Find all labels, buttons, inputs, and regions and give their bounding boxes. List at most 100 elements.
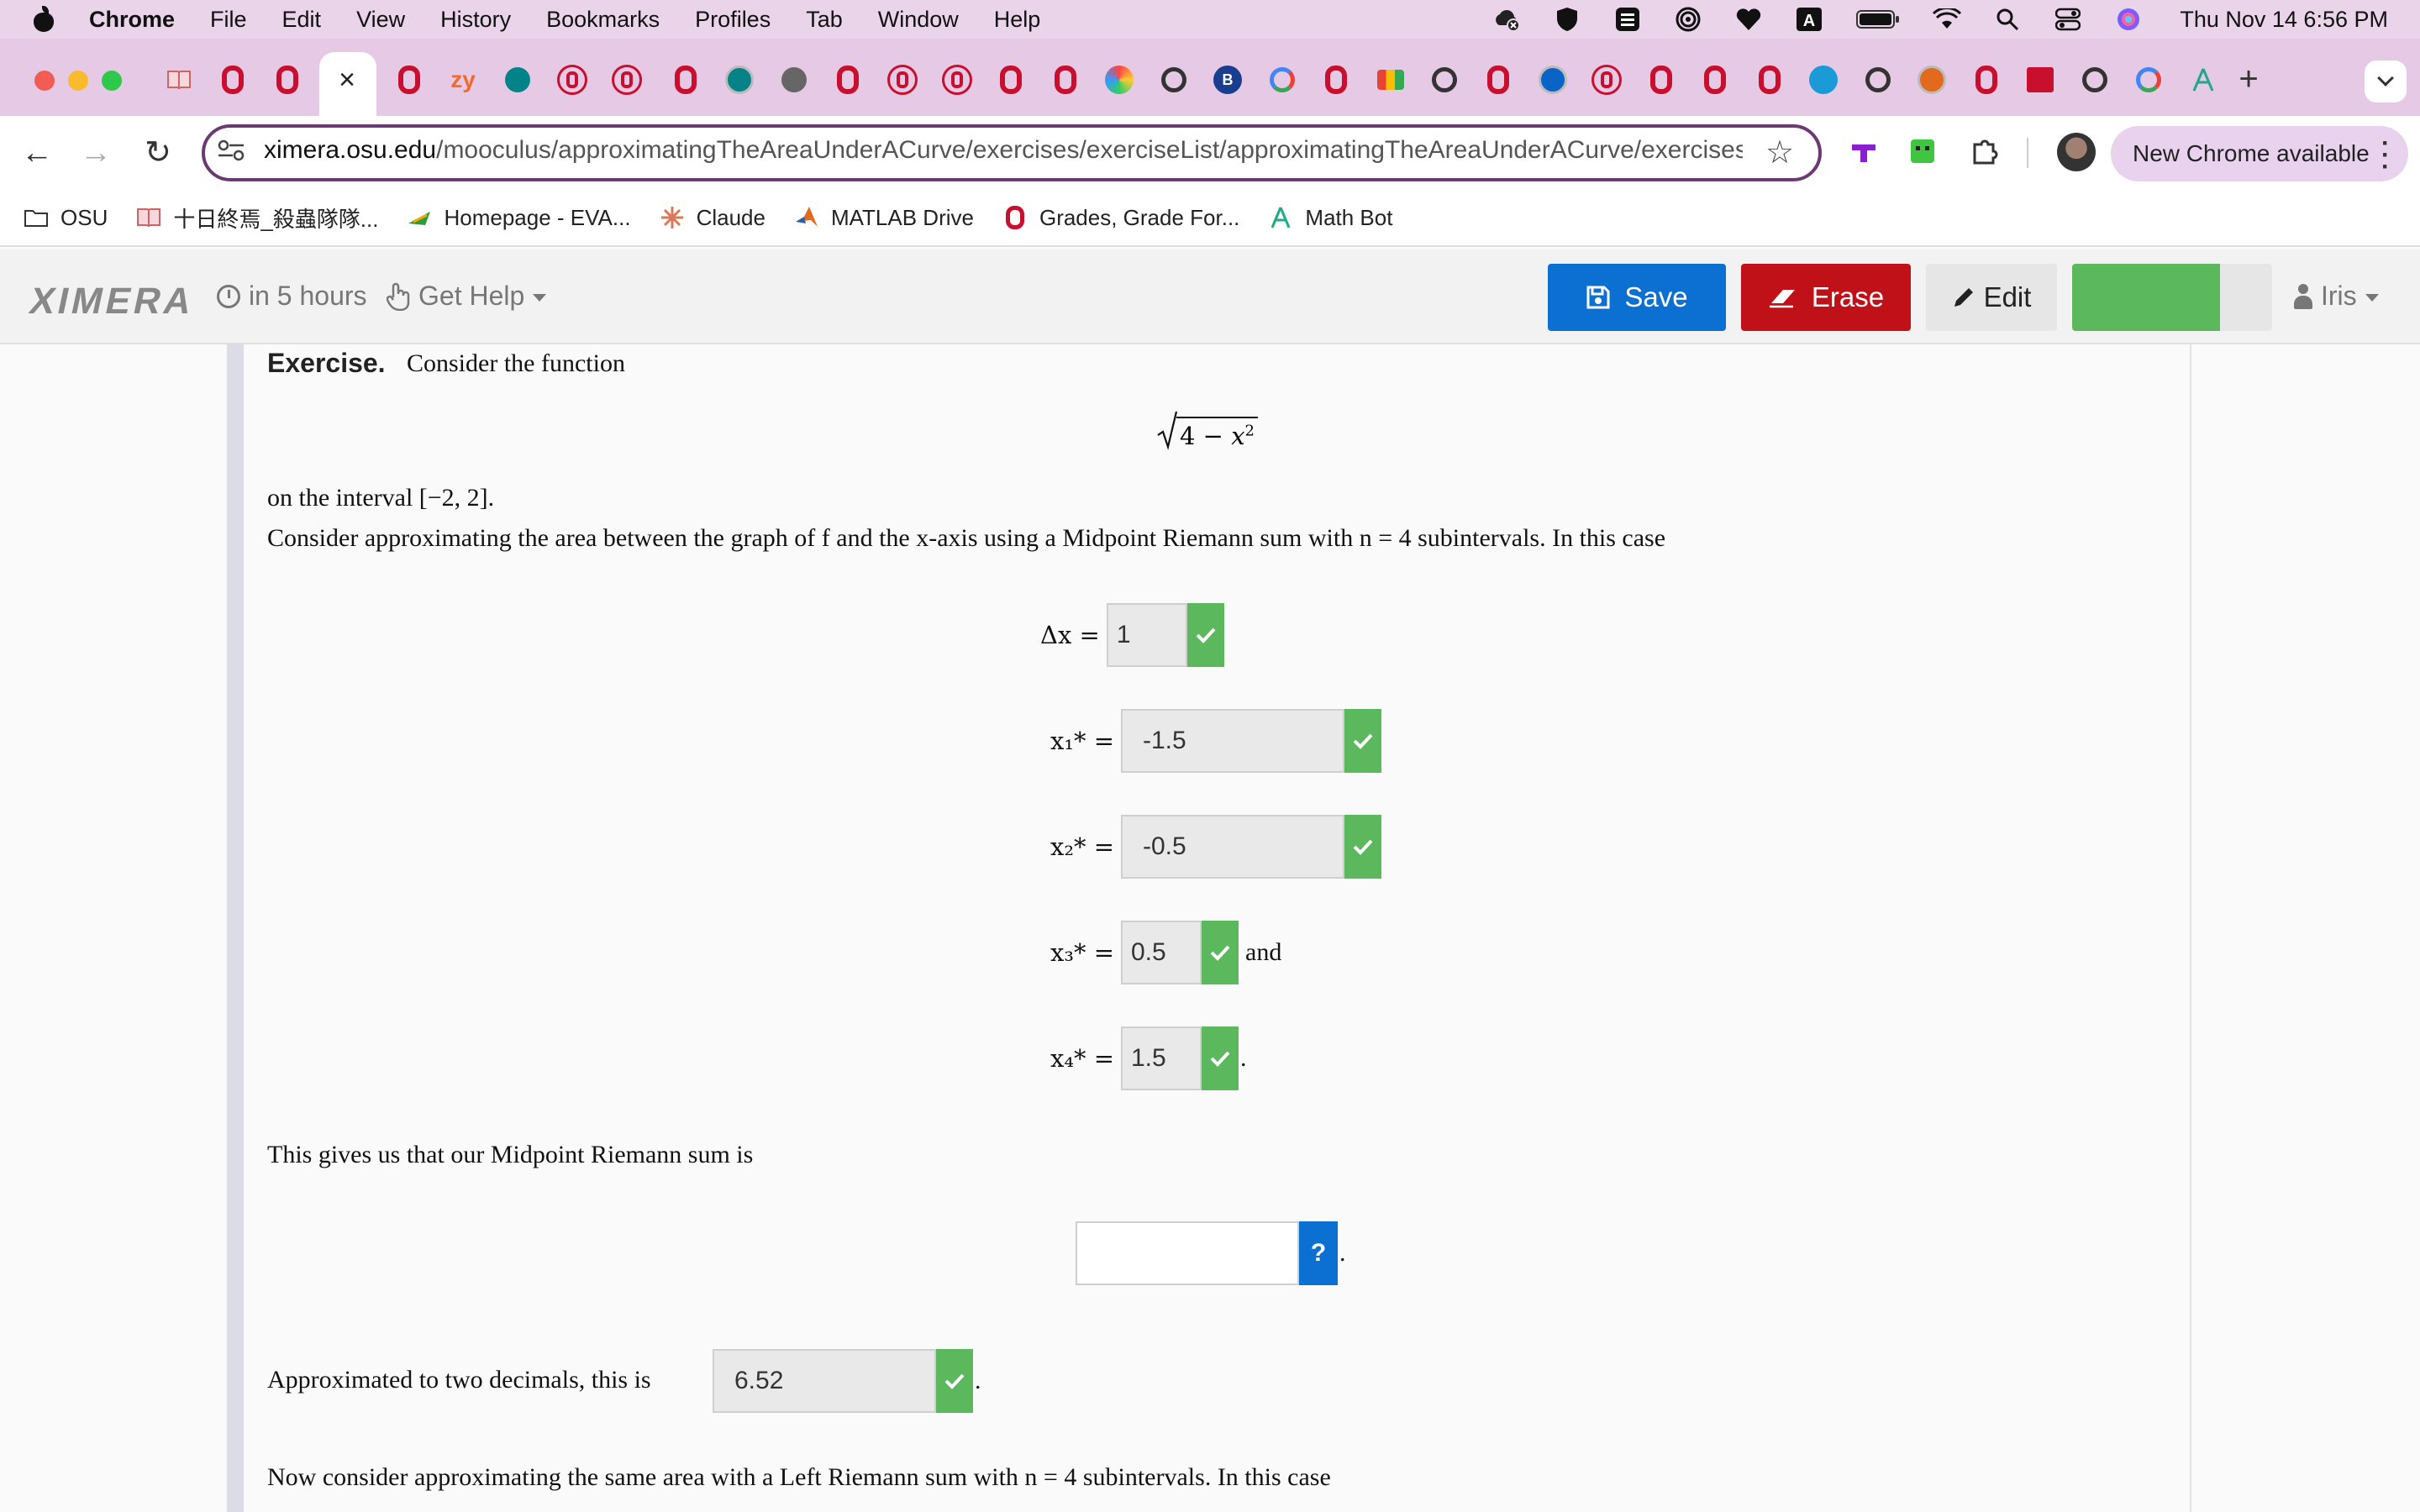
window-zoom-button[interactable] (102, 71, 122, 91)
control-center-icon[interactable] (2054, 5, 2082, 34)
window-minimize-button[interactable] (68, 71, 88, 91)
tab-osu-icon[interactable] (995, 64, 1027, 96)
bookmark-claude[interactable]: Claude (660, 205, 765, 231)
tab-osu-ring-icon[interactable] (556, 64, 588, 96)
get-help-dropdown[interactable]: Get Help (386, 281, 547, 312)
shield-icon[interactable] (1553, 5, 1581, 34)
tab-bing-icon[interactable]: B (1212, 64, 1244, 96)
forward-button[interactable]: → (77, 134, 114, 171)
approx-answer[interactable]: 6.52 (713, 1349, 936, 1413)
tab-outlook-icon[interactable] (1537, 64, 1569, 96)
x3-answer[interactable]: 0.5 (1121, 921, 1202, 984)
input-source-icon[interactable]: A (1795, 5, 1823, 34)
midpoint-sum-input[interactable] (1076, 1221, 1299, 1285)
tab-chatgpt-icon[interactable] (2079, 64, 2111, 96)
bookmark-novel[interactable]: 十日終焉_殺蟲隊隊... (136, 202, 378, 234)
tab-chatgpt-icon[interactable] (1862, 64, 1894, 96)
menu-app-chrome[interactable]: Chrome (89, 7, 175, 33)
bookmark-eva[interactable]: Homepage - EVA... (407, 205, 631, 231)
tab-globe-icon[interactable] (778, 64, 810, 96)
back-button[interactable]: ← (18, 134, 55, 171)
list-icon[interactable] (1613, 5, 1642, 34)
tab-google-icon[interactable] (2133, 64, 2165, 96)
user-dropdown[interactable]: Iris (2294, 281, 2379, 312)
edit-button[interactable]: Edit (1926, 264, 2057, 331)
menu-profiles[interactable]: Profiles (695, 7, 771, 33)
more-menu-icon[interactable]: · · · (2381, 131, 2390, 180)
progress-indicator[interactable] (2072, 264, 2220, 331)
new-tab-button[interactable]: + (2232, 62, 2265, 96)
extensions-puzzle-icon[interactable] (1968, 134, 2005, 171)
delta-x-answer[interactable]: 1 (1106, 603, 1187, 667)
x1-answer[interactable]: -1.5 (1121, 709, 1344, 773)
menu-window[interactable]: Window (878, 7, 959, 33)
check-icon[interactable] (1344, 815, 1381, 879)
tab-search-button[interactable] (2365, 60, 2407, 102)
progress-remaining[interactable] (2220, 264, 2272, 331)
ximera-logo[interactable]: XIMERA (26, 281, 199, 323)
creative-cloud-icon[interactable] (1492, 5, 1521, 34)
tab-osu-icon[interactable] (832, 64, 864, 96)
menu-help[interactable]: Help (994, 7, 1041, 33)
tab-mail-icon[interactable] (2024, 64, 2056, 96)
check-icon[interactable] (1186, 603, 1224, 667)
tab-palette-icon[interactable] (1103, 64, 1135, 96)
extension-t-icon[interactable] (1847, 134, 1884, 171)
save-button[interactable]: Save (1548, 264, 1726, 331)
spotlight-search-icon[interactable] (1993, 5, 2022, 34)
menubar-clock[interactable]: Thu Nov 14 6:56 PM (2180, 7, 2388, 33)
tab-osu-icon[interactable] (1050, 64, 1081, 96)
bookmark-matlab-drive[interactable]: MATLAB Drive (794, 205, 974, 231)
tab-osu-ring-icon[interactable] (886, 64, 918, 96)
menu-file[interactable]: File (210, 7, 247, 33)
tab-osu-icon[interactable] (1320, 64, 1352, 96)
tab-sharepoint-icon[interactable] (723, 64, 755, 96)
apple-menu-icon[interactable] (34, 5, 54, 32)
tab-osu-icon[interactable] (1645, 64, 1677, 96)
question-mark-icon[interactable]: ? (1299, 1221, 1338, 1285)
tab-canva-icon[interactable] (1807, 64, 1839, 96)
x4-answer[interactable]: 1.5 (1121, 1026, 1202, 1090)
bookmark-osu[interactable]: OSU (24, 205, 108, 231)
tab-mathbot-icon[interactable] (2187, 64, 2219, 96)
menu-tab[interactable]: Tab (806, 7, 843, 33)
tab-chatgpt-icon[interactable] (1428, 64, 1460, 96)
tab-close-icon[interactable]: × (333, 66, 361, 94)
bookmark-star-icon[interactable]: ☆ (1761, 134, 1798, 171)
battery-icon[interactable] (1855, 5, 1901, 34)
tab-osu-icon[interactable] (670, 64, 702, 96)
tab-osu-icon[interactable] (1482, 64, 1514, 96)
tab-book-icon[interactable] (163, 64, 195, 96)
erase-button[interactable]: Erase (1741, 264, 1911, 331)
check-icon[interactable] (1202, 921, 1239, 984)
tab-osu-ring-icon[interactable] (941, 64, 973, 96)
heart-icon[interactable] (1734, 5, 1763, 34)
tab-matlab-icon[interactable] (1916, 64, 1948, 96)
menu-history[interactable]: History (440, 7, 511, 33)
x2-answer[interactable]: -0.5 (1121, 815, 1344, 879)
bookmark-grades[interactable]: Grades, Grade For... (1002, 205, 1239, 231)
tab-osu-ring-icon[interactable] (611, 64, 643, 96)
check-icon[interactable] (936, 1349, 973, 1413)
tab-zybooks-icon[interactable]: zy (447, 64, 479, 96)
tab-sharepoint-icon[interactable] (502, 64, 534, 96)
tab-chatgpt-icon[interactable] (1158, 64, 1190, 96)
deadline-indicator[interactable]: in 5 hours (217, 281, 367, 312)
tab-osu-icon[interactable] (1754, 64, 1786, 96)
tab-meet-icon[interactable] (1375, 64, 1407, 96)
check-icon[interactable] (1344, 709, 1381, 773)
tab-osu-icon[interactable] (1970, 64, 2002, 96)
menu-bookmarks[interactable]: Bookmarks (546, 7, 660, 33)
airdrop-icon[interactable] (1674, 5, 1702, 34)
url-text[interactable]: ximera.osu.edu/mooculus/approximatingThe… (264, 136, 1743, 165)
profile-avatar[interactable] (2057, 133, 2096, 171)
tab-osu-ring-icon[interactable] (1591, 64, 1623, 96)
chrome-update-button[interactable]: New Chrome available · · · (2111, 126, 2408, 181)
tab-google-icon[interactable] (1266, 64, 1298, 96)
tab-osu-icon[interactable] (393, 64, 425, 96)
window-close-button[interactable] (34, 71, 55, 91)
siri-icon[interactable] (2114, 5, 2143, 34)
wifi-icon[interactable] (1933, 5, 1962, 34)
check-icon[interactable] (1202, 1026, 1239, 1090)
reload-button[interactable]: ↻ (139, 134, 176, 171)
